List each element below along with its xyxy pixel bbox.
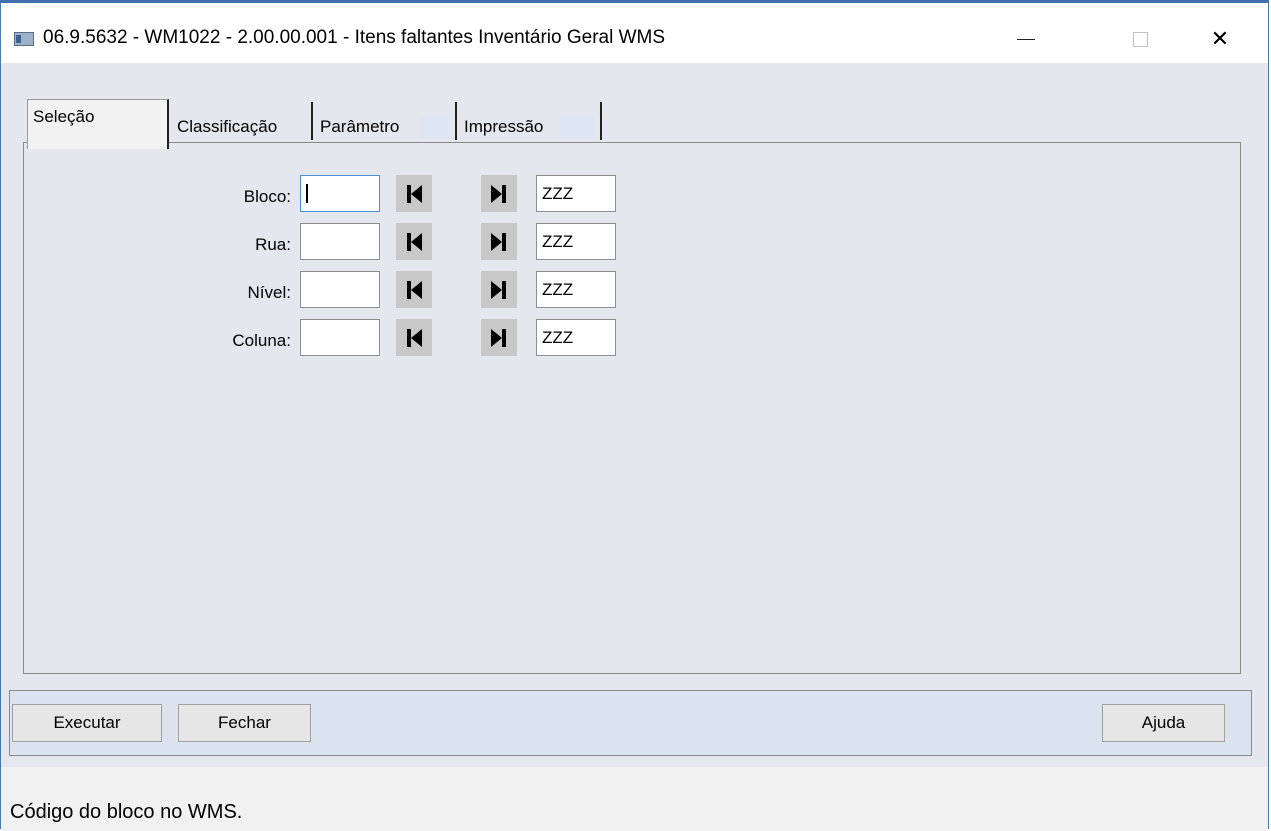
nivel-from-input[interactable]: [300, 271, 380, 308]
help-button[interactable]: Ajuda: [1102, 704, 1225, 742]
app-window-icon[interactable]: [14, 32, 34, 46]
tab-label: Impressão: [464, 117, 544, 136]
nivel-first-button[interactable]: [396, 271, 432, 308]
bloco-last-button[interactable]: [481, 175, 517, 212]
nivel-to-input[interactable]: ZZZ: [536, 271, 616, 308]
tab-label: Seleção: [33, 107, 95, 126]
bloco-to-input[interactable]: ZZZ: [536, 175, 616, 212]
nivel-label: Nível:: [247, 283, 291, 302]
button-bar: Executar Fechar Ajuda: [9, 690, 1252, 756]
execute-button[interactable]: Executar: [12, 704, 162, 742]
coluna-first-button[interactable]: [396, 319, 432, 356]
title-bar: 06.9.5632 - WM1022 - 2.00.00.001 - Itens…: [1, 3, 1268, 63]
tab-label: Parâmetro: [320, 117, 400, 136]
rua-to-input[interactable]: ZZZ: [536, 223, 616, 260]
coluna-last-button[interactable]: [481, 319, 517, 356]
maximize-button[interactable]: [1117, 19, 1163, 59]
app-window: 06.9.5632 - WM1022 - 2.00.00.001 - Itens…: [0, 0, 1269, 831]
coluna-from-input[interactable]: [300, 319, 380, 356]
last-record-icon: [491, 184, 506, 203]
nivel-last-button[interactable]: [481, 271, 517, 308]
rua-from-input[interactable]: [300, 223, 380, 260]
coluna-label: Coluna:: [232, 331, 291, 350]
last-record-icon: [491, 328, 506, 347]
rua-label: Rua:: [255, 235, 291, 254]
minimize-button[interactable]: [1003, 19, 1049, 59]
text-caret: [306, 184, 308, 203]
last-record-icon: [491, 280, 506, 299]
last-record-icon: [491, 232, 506, 251]
tab-classificacao[interactable]: Classificação: [172, 102, 313, 140]
first-record-icon: [407, 328, 422, 347]
rua-first-button[interactable]: [396, 223, 432, 260]
maximize-icon: [1132, 31, 1148, 47]
close-icon: ✕: [1210, 26, 1230, 51]
tab-impressao[interactable]: Impressão: [459, 102, 602, 140]
window-title: 06.9.5632 - WM1022 - 2.00.00.001 - Itens…: [43, 27, 666, 48]
close-window-button[interactable]: ✕: [1197, 19, 1243, 59]
tab-selecao[interactable]: Seleção: [27, 99, 169, 149]
bloco-first-button[interactable]: [396, 175, 432, 212]
bloco-label: Bloco:: [243, 187, 291, 206]
rua-last-button[interactable]: [481, 223, 517, 260]
status-text: Código do bloco no WMS.: [10, 801, 243, 823]
selection-panel: Bloco: ZZZ Rua: ZZZ Nível: ZZZ Coluna: Z…: [23, 142, 1241, 674]
first-record-icon: [407, 280, 422, 299]
tab-parametro[interactable]: Parâmetro: [315, 102, 457, 140]
status-bar: Código do bloco no WMS.: [1, 767, 1268, 831]
close-button[interactable]: Fechar: [178, 704, 311, 742]
minimize-icon: [1017, 38, 1035, 40]
tab-label: Classificação: [177, 117, 278, 136]
client-area: Seleção Classificação Parâmetro Impressã…: [9, 63, 1254, 767]
bloco-from-input[interactable]: [300, 175, 380, 212]
first-record-icon: [407, 232, 422, 251]
first-record-icon: [407, 184, 422, 203]
coluna-to-input[interactable]: ZZZ: [536, 319, 616, 356]
